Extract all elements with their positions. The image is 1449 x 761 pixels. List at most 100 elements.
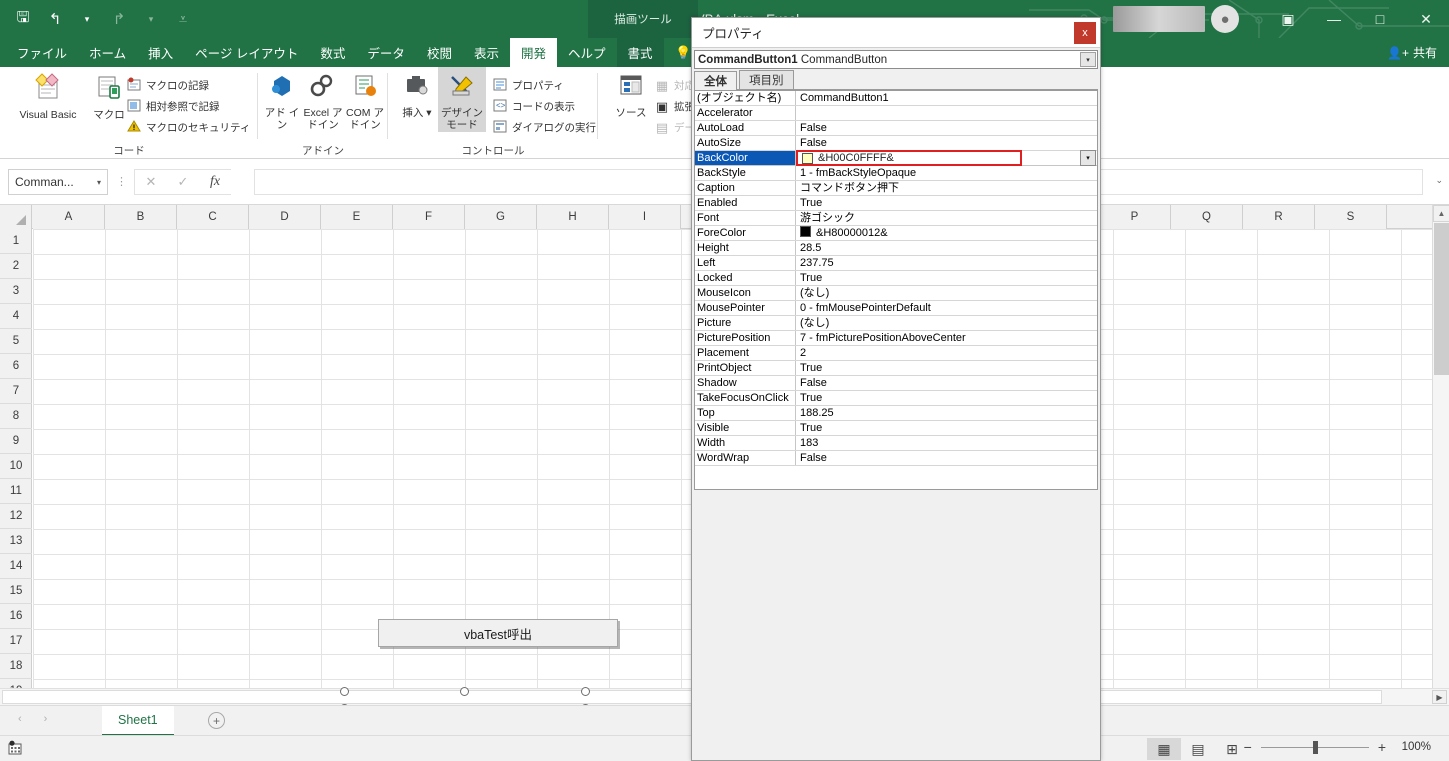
name-box[interactable]: Comman... ▾ (8, 169, 108, 195)
row-header-4[interactable]: 4 (0, 304, 32, 329)
property-row[interactable]: PicturePosition 7 - fmPicturePositionAbov… (695, 331, 1097, 346)
properties-close-button[interactable]: x (1074, 22, 1096, 44)
properties-window[interactable]: プロパティ x CommandButton1 CommandButton ▾ 全… (691, 17, 1101, 761)
expansion-packs-button[interactable]: ▣ 拡張 (654, 96, 695, 117)
zoom-in-button[interactable]: + (1378, 739, 1386, 755)
row-header-9[interactable]: 9 (0, 429, 32, 454)
property-value[interactable]: 7 - fmPicturePositionAboveCenter (796, 331, 1097, 345)
row-header-12[interactable]: 12 (0, 504, 32, 529)
tab-help[interactable]: ヘルプ (557, 38, 617, 67)
property-value[interactable]: 28.5 (796, 241, 1097, 255)
column-header-D[interactable]: D (249, 205, 321, 229)
row-header-1[interactable]: 1 (0, 229, 32, 254)
share-button[interactable]: 👤+ 共有 (1387, 38, 1437, 67)
refresh-data-button[interactable]: ▤ デー (654, 117, 695, 138)
row-header-13[interactable]: 13 (0, 529, 32, 554)
record-macro-button[interactable]: マクロの記録 (126, 75, 250, 96)
tab-home[interactable]: ホーム (78, 38, 137, 67)
undo-dropdown-icon[interactable]: ▾ (72, 4, 102, 34)
selection-handle[interactable] (340, 687, 349, 696)
column-header-H[interactable]: H (537, 205, 609, 229)
property-value[interactable]: 0 - fmMousePointerDefault (796, 301, 1097, 315)
scroll-right-button[interactable]: ▶ (1432, 690, 1447, 704)
selection-handle[interactable] (581, 687, 590, 696)
undo-icon[interactable]: ↰ (40, 4, 70, 34)
row-header-6[interactable]: 6 (0, 354, 32, 379)
property-value[interactable]: 183 (796, 436, 1097, 450)
property-value[interactable]: 237.75 (796, 256, 1097, 270)
property-value[interactable] (796, 106, 1097, 120)
property-row[interactable]: Height 28.5 (695, 241, 1097, 256)
row-header-14[interactable]: 14 (0, 554, 32, 579)
property-row[interactable]: WordWrap False (695, 451, 1097, 466)
account-area[interactable]: ● (1113, 4, 1239, 34)
column-header-G[interactable]: G (465, 205, 537, 229)
selection-handle[interactable] (460, 687, 469, 696)
property-row[interactable]: Visible True (695, 421, 1097, 436)
property-row[interactable]: Enabled True (695, 196, 1097, 211)
row-header-8[interactable]: 8 (0, 404, 32, 429)
row-header-11[interactable]: 11 (0, 479, 32, 504)
column-header-Q[interactable]: Q (1171, 205, 1243, 229)
control-properties-button[interactable]: プロパティ (492, 75, 596, 96)
redo-dropdown-icon[interactable]: ▾ (136, 4, 166, 34)
name-box-dropdown-icon[interactable]: ▾ (97, 178, 101, 187)
property-value[interactable]: True (796, 361, 1097, 375)
property-value[interactable]: (なし) (796, 316, 1097, 330)
redo-icon[interactable]: ↱ (104, 4, 134, 34)
tab-file[interactable]: ファイル (6, 38, 78, 67)
property-row[interactable]: MouseIcon (なし) (695, 286, 1097, 301)
page-layout-view-icon[interactable]: ▤ (1181, 738, 1215, 760)
properties-tab-alphabetic[interactable]: 全体 (694, 71, 737, 90)
column-header-C[interactable]: C (177, 205, 249, 229)
property-row[interactable]: BackStyle 1 - fmBackStyleOpaque (695, 166, 1097, 181)
property-row[interactable]: Locked True (695, 271, 1097, 286)
com-addins-button[interactable]: COM アドイン (344, 67, 386, 132)
property-row[interactable]: Placement 2 (695, 346, 1097, 361)
properties-tab-categorized[interactable]: 項目別 (739, 70, 794, 89)
properties-window-titlebar[interactable]: プロパティ x (692, 18, 1100, 48)
tab-developer[interactable]: 開発 (509, 38, 557, 67)
property-row[interactable]: ForeColor &H80000012& (695, 226, 1097, 241)
tell-me-lightbulb-icon[interactable]: 💡 (675, 38, 691, 67)
ribbon-display-options-icon[interactable]: ▣ (1265, 0, 1311, 38)
property-value[interactable]: False (796, 136, 1097, 150)
tab-formulas[interactable]: 数式 (309, 38, 356, 67)
vertical-scroll-thumb[interactable] (1434, 223, 1449, 375)
tab-view[interactable]: 表示 (463, 38, 510, 67)
column-header-B[interactable]: B (105, 205, 177, 229)
row-header-5[interactable]: 5 (0, 329, 32, 354)
column-header-I[interactable]: I (609, 205, 681, 229)
row-header-7[interactable]: 7 (0, 379, 32, 404)
enter-icon[interactable]: ✓ (167, 174, 199, 190)
row-header-15[interactable]: 15 (0, 579, 32, 604)
cancel-icon[interactable]: ✕ (135, 174, 167, 190)
property-value[interactable]: False (796, 376, 1097, 390)
property-row[interactable]: Top 188.25 (695, 406, 1097, 421)
column-header-F[interactable]: F (393, 205, 465, 229)
zoom-slider-thumb[interactable] (1312, 740, 1318, 754)
column-header-A[interactable]: A (33, 205, 105, 229)
prev-sheet-icon[interactable]: ‹ (18, 713, 22, 725)
save-icon[interactable]: 🖫 (8, 4, 38, 34)
visual-basic-button[interactable]: Visual Basic (10, 67, 86, 122)
property-row[interactable]: TakeFocusOnClick True (695, 391, 1097, 406)
next-sheet-icon[interactable]: › (44, 713, 48, 725)
account-avatar-icon[interactable]: ● (1211, 5, 1239, 33)
select-all-corner[interactable] (0, 205, 32, 229)
property-value[interactable]: 1 - fmBackStyleOpaque (796, 166, 1097, 180)
property-value[interactable]: 2 (796, 346, 1097, 360)
column-header-R[interactable]: R (1243, 205, 1315, 229)
object-selector-combobox[interactable]: CommandButton1 CommandButton ▾ (694, 50, 1098, 69)
design-mode-button[interactable]: デザイン モード (438, 67, 486, 132)
property-value[interactable]: True (796, 196, 1097, 210)
zoom-level-value[interactable]: 100% (1395, 741, 1431, 753)
object-selector-dropdown-icon[interactable]: ▾ (1080, 52, 1096, 67)
close-button[interactable]: ✕ (1403, 0, 1449, 38)
property-value[interactable]: CommandButton1 (796, 91, 1097, 105)
property-row[interactable]: PrintObject True (695, 361, 1097, 376)
property-row[interactable]: Shadow False (695, 376, 1097, 391)
formula-bar-grip[interactable]: ⋮ (116, 175, 127, 188)
property-value[interactable]: &H80000012& (796, 226, 1097, 240)
row-header-16[interactable]: 16 (0, 604, 32, 629)
